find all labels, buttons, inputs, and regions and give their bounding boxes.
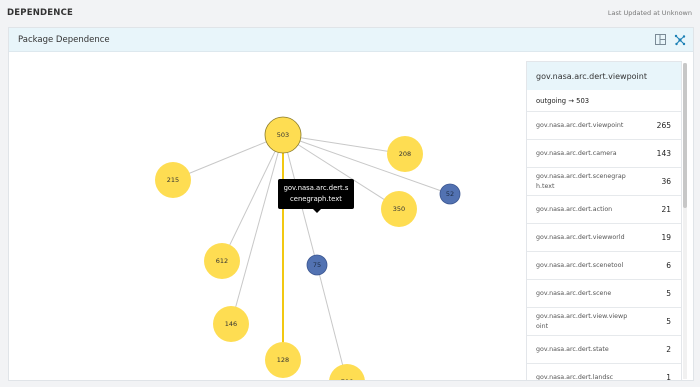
graph-node[interactable]: 503 bbox=[264, 116, 302, 154]
dependency-name: gov.nasa.arc.dert.viewworld bbox=[536, 233, 625, 241]
node-label: 215 bbox=[167, 176, 179, 184]
scrollbar-thumb[interactable] bbox=[683, 63, 687, 208]
app-title: DEPENDENCE bbox=[7, 8, 74, 18]
dependency-row[interactable]: gov.nasa.arc.dert.landsc 1 bbox=[527, 364, 681, 381]
last-updated-text: Last Updated at Unknown bbox=[607, 9, 692, 17]
dependency-row[interactable]: gov.nasa.arc.dert.state 2 bbox=[527, 336, 681, 364]
node-label: 208 bbox=[399, 150, 411, 158]
dependency-count: 6 bbox=[666, 261, 671, 270]
graph-edge bbox=[230, 134, 284, 325]
graph-node[interactable]: 208 bbox=[387, 136, 423, 172]
graph-node[interactable]: 350 bbox=[381, 191, 417, 227]
node-label: 128 bbox=[277, 356, 289, 364]
graph-node[interactable]: 75 bbox=[306, 254, 328, 276]
package-dependence-panel: Package Dependence 503 208 215 52 350 61… bbox=[8, 27, 694, 381]
dependency-name: gov.nasa.arc.dert.action bbox=[536, 205, 613, 213]
node-label: 612 bbox=[216, 257, 228, 265]
dependency-name: gov.nasa.arc.dert.viewpoint bbox=[536, 121, 624, 129]
graph-edge bbox=[282, 134, 406, 155]
dependency-row[interactable]: gov.nasa.arc.dert.view.viewpoint 5 bbox=[527, 308, 681, 336]
dependency-count: 265 bbox=[656, 121, 671, 130]
dependency-name: gov.nasa.arc.dert.landsc bbox=[536, 373, 614, 381]
graph-canvas[interactable]: 503 208 215 52 350 612 75 146 128 706 bbox=[9, 53, 519, 381]
dependency-row[interactable]: gov.nasa.arc.dert.viewpoint 265 bbox=[527, 112, 681, 140]
panel-title: Package Dependence bbox=[18, 34, 110, 45]
detail-scrollbar[interactable] bbox=[683, 63, 687, 379]
dependency-row[interactable]: gov.nasa.arc.dert.camera 143 bbox=[527, 140, 681, 168]
detail-title: gov.nasa.arc.dert.viewpoint bbox=[527, 62, 681, 90]
dependency-count: 5 bbox=[666, 317, 671, 326]
dependency-count: 2 bbox=[666, 345, 671, 354]
tooltip-text: gov.nasa.arc.dert.scenegraph.text bbox=[283, 184, 349, 203]
graph-edge bbox=[316, 264, 348, 380]
dependency-row[interactable]: gov.nasa.arc.dert.scenetool 6 bbox=[527, 252, 681, 280]
node-label: 350 bbox=[393, 205, 405, 213]
network-graph-icon[interactable] bbox=[673, 33, 687, 47]
package-detail-panel: gov.nasa.arc.dert.viewpoint outgoing → 5… bbox=[526, 61, 682, 381]
dependency-name: gov.nasa.arc.dert.scenetool bbox=[536, 261, 624, 269]
dependency-name: gov.nasa.arc.dert.camera bbox=[536, 149, 617, 157]
graph-node[interactable]: 146 bbox=[213, 306, 249, 342]
dependency-count: 21 bbox=[661, 205, 671, 214]
dependency-name: gov.nasa.arc.dert.scene bbox=[536, 289, 612, 297]
node-label: 503 bbox=[277, 131, 289, 139]
tooltip-arrow bbox=[313, 209, 321, 213]
dependency-count: 5 bbox=[666, 289, 671, 298]
dependency-row[interactable]: gov.nasa.arc.dert.scenegraph.text 36 bbox=[527, 168, 681, 196]
dependency-name: gov.nasa.arc.dert.state bbox=[536, 345, 609, 353]
dependency-count: 143 bbox=[656, 149, 671, 158]
node-label: 75 bbox=[313, 261, 321, 269]
graph-node[interactable]: 612 bbox=[204, 243, 240, 279]
dependency-name: gov.nasa.arc.dert.view.viewpoint bbox=[536, 312, 628, 330]
detail-subtitle: outgoing → 503 bbox=[527, 90, 681, 112]
graph-node[interactable]: 706 bbox=[329, 364, 365, 381]
graph-node[interactable]: 52 bbox=[439, 183, 461, 205]
node-tooltip: gov.nasa.arc.dert.scenegraph.text bbox=[278, 179, 354, 213]
view-toggle-group bbox=[653, 33, 687, 47]
dependency-count: 36 bbox=[661, 177, 671, 186]
graph-edge bbox=[221, 134, 284, 262]
dependency-count: 1 bbox=[666, 373, 671, 381]
top-bar: DEPENDENCE Last Updated at Unknown bbox=[0, 0, 700, 26]
dependency-row[interactable]: gov.nasa.arc.dert.action 21 bbox=[527, 196, 681, 224]
dependency-count: 19 bbox=[661, 233, 671, 242]
layout-icon[interactable] bbox=[653, 33, 667, 47]
node-label: 52 bbox=[446, 190, 454, 198]
node-label: 706 bbox=[341, 378, 353, 381]
dependence-graph[interactable]: 503 208 215 52 350 612 75 146 128 706 go… bbox=[9, 53, 519, 381]
dependency-row[interactable]: gov.nasa.arc.dert.viewworld 19 bbox=[527, 224, 681, 252]
graph-node[interactable]: 215 bbox=[155, 162, 191, 198]
dependency-name: gov.nasa.arc.dert.scenegraph.text bbox=[536, 172, 626, 190]
graph-node[interactable]: 128 bbox=[265, 342, 301, 378]
node-label: 146 bbox=[225, 320, 237, 328]
dependency-row[interactable]: gov.nasa.arc.dert.scene 5 bbox=[527, 280, 681, 308]
panel-header: Package Dependence bbox=[9, 28, 693, 52]
